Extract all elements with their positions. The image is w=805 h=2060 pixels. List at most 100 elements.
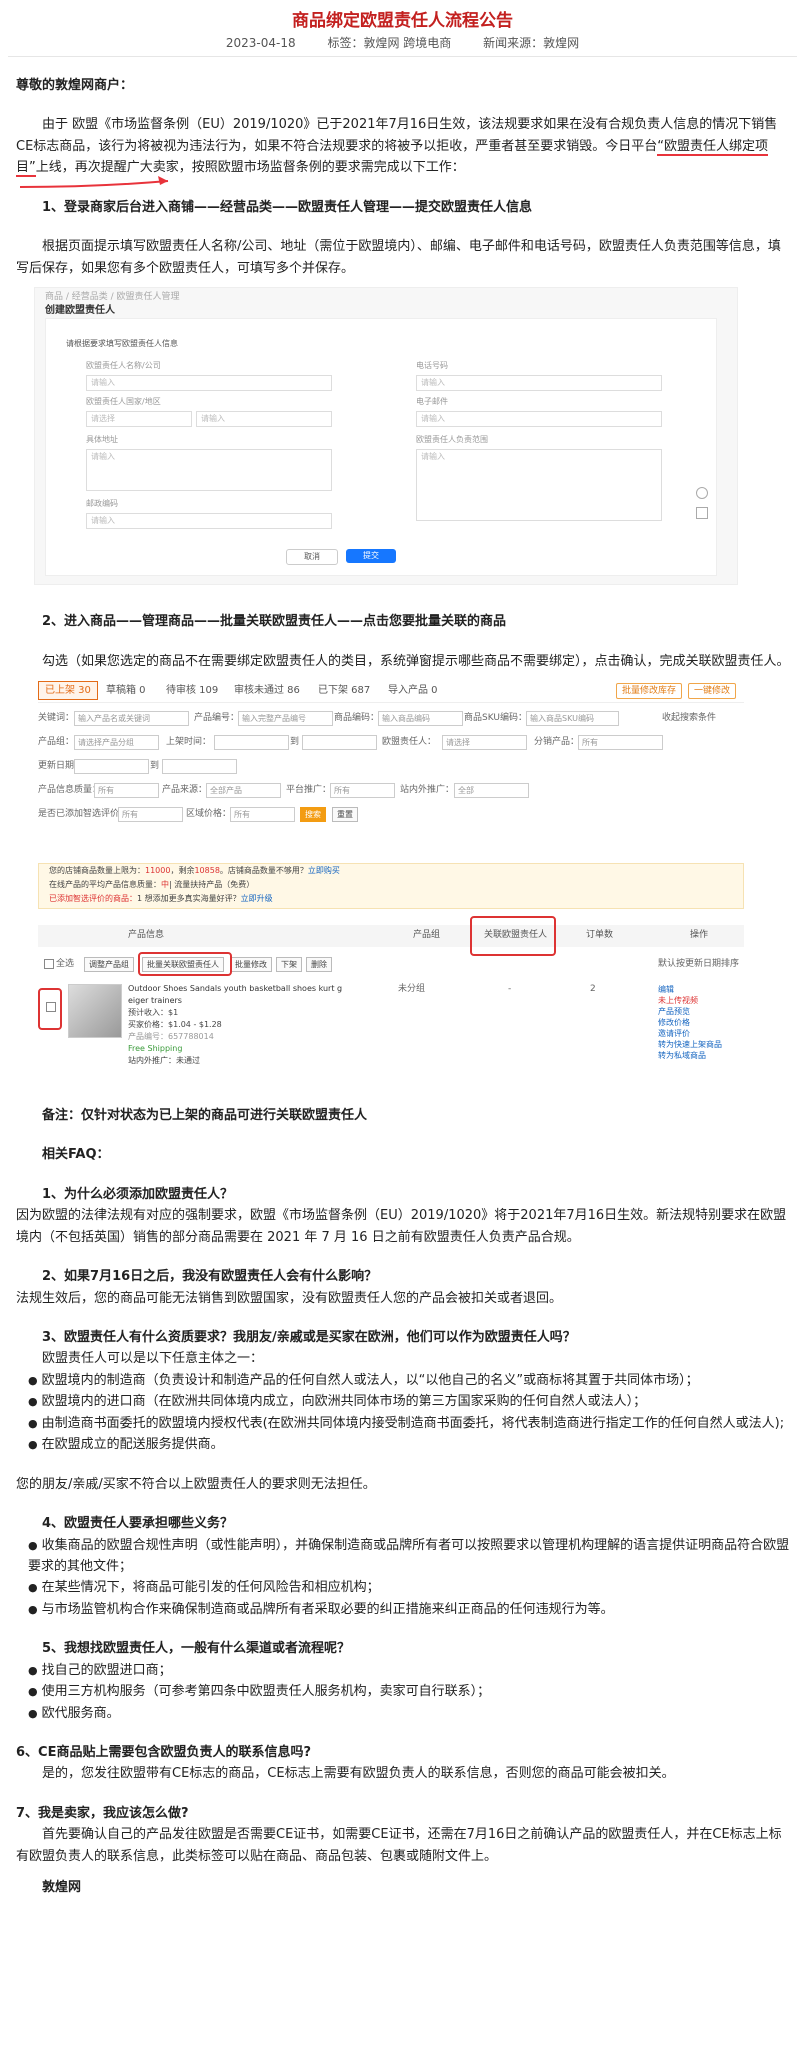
faq-q6: 6、CE商品贴上需要包含欧盟负责人的联系信息吗? [16, 1745, 312, 1760]
upgrade-link[interactable]: 立即升级 [241, 894, 273, 903]
smart-review-select[interactable]: 所有 [118, 806, 183, 822]
form-breadcrumb: 商品 / 经营品类 / 欧盟责任人管理 [45, 292, 180, 303]
adjust-group-button[interactable]: 调整产品组 [84, 956, 134, 972]
col-orders: 订单数 [586, 929, 614, 940]
faq-a4-item: 与市场监管机构合作来确保制造商或品牌所有者采取必要的纠正措施来纠正商品的任何违规… [16, 1599, 791, 1620]
source-label: 产品来源： [162, 784, 208, 795]
phone-input[interactable]: 请输入 [416, 375, 662, 392]
faq-a1: 因为欧盟的法律法规有对应的强制要求，欧盟《市场监督条例（EU）2019/1020… [16, 1208, 787, 1245]
scope-textarea[interactable]: 请输入 [416, 449, 662, 522]
bulk-edit-stock-button[interactable]: 批量修改库存 [616, 682, 683, 699]
faq-title: 相关FAQ： [42, 1147, 110, 1163]
label-email: 电子邮件 [416, 397, 448, 407]
distribution-select[interactable]: 所有 [578, 734, 663, 750]
tab-imported[interactable]: 导入产品 0 [388, 684, 438, 697]
region-price-select[interactable]: 所有 [230, 806, 295, 822]
product-info: Outdoor Shoes Sandals youth basketball s… [128, 983, 358, 1067]
collapse-filters-link[interactable]: 收起搜索条件 [662, 713, 716, 725]
bulk-edit-button[interactable]: 批量修改 [230, 956, 272, 972]
faq-a4-item: 在某些情况下，将商品可能引发的任何风险告和相应机构； [16, 1577, 791, 1598]
chat-icon[interactable] [696, 507, 708, 520]
product-thumbnail[interactable] [68, 983, 122, 1038]
select-all-checkbox[interactable] [44, 958, 54, 969]
product-list-screenshot: 已上架 30 草稿箱 0 待审核 109 审核未通过 86 已下架 687 导入… [38, 679, 744, 1095]
help-icon[interactable] [696, 487, 708, 500]
ad-promo-select[interactable]: 全部 [454, 782, 529, 798]
label-phone: 电话号码 [416, 361, 448, 371]
product-code-input[interactable]: 输入完整产品编号 [238, 710, 333, 726]
zip-input[interactable]: 请输入 [86, 513, 332, 530]
form-card: 请根据要求填写欧盟责任人信息 欧盟责任人名称/公司 请输入 电话号码 请输入 欧… [45, 318, 717, 577]
tab-pending[interactable]: 待审核 109 [166, 684, 218, 697]
label-name: 欧盟责任人名称/公司 [86, 361, 161, 371]
group-select[interactable]: 请选择产品分组 [74, 734, 159, 750]
quality-select[interactable]: 所有 [94, 782, 159, 798]
search-button[interactable]: 搜索 [300, 806, 326, 822]
delist-button[interactable]: 下架 [276, 956, 302, 972]
buy-now-link[interactable]: 立即购买 [308, 866, 340, 875]
source-select[interactable]: 全部产品 [206, 782, 281, 798]
article-tags: 标签：敦煌网 跨境电商 [327, 36, 452, 50]
faq-q5: 5、我想找欧盟责任人，一般有什么渠道或者流程呢？ [42, 1641, 351, 1657]
highlight-product-checkbox [38, 987, 62, 1030]
product-name[interactable]: Outdoor Shoes Sandals youth basketball s… [128, 983, 358, 1007]
submit-button[interactable]: 提交 [346, 549, 396, 564]
reset-button[interactable]: 重置 [332, 806, 358, 822]
region-price-label: 区域价格： [186, 808, 232, 819]
col-product-info: 产品信息 [128, 929, 165, 940]
op-no-video[interactable]: 未上传视频 [658, 995, 722, 1006]
sku-input[interactable]: 输入商品编码 [378, 710, 463, 726]
eu-form-screenshot: 商品 / 经营品类 / 欧盟责任人管理 创建欧盟责任人 请根据要求填写欧盟责任人… [34, 287, 738, 586]
op-quick-list[interactable]: 转为快速上架商品 [658, 1039, 722, 1050]
faq-a7: 首先要确认自己的产品发往欧盟是否需要CE证书，如需要CE证书，还需在7月16日之… [16, 1827, 782, 1864]
highlight-bulk-link-button [138, 951, 232, 976]
update-end-input[interactable] [162, 758, 237, 774]
eu-responsible-select[interactable]: 请选择 [442, 734, 527, 750]
op-private[interactable]: 转为私域商品 [658, 1050, 722, 1061]
country-detail-input[interactable]: 请输入 [196, 411, 332, 428]
eu-responsible-label: 欧盟责任人： [382, 736, 437, 747]
uptime-to-label: 到 [290, 736, 300, 747]
tab-delisted[interactable]: 已下架 687 [318, 684, 370, 697]
col-actions: 操作 [690, 929, 709, 940]
country-select[interactable]: 请选择 [86, 411, 192, 428]
faq-a3-intro: 欧盟责任人可以是以下任意主体之一： [42, 1351, 264, 1367]
product-code: 产品编号：657788014 [128, 1031, 214, 1041]
op-edit-price[interactable]: 修改价格 [658, 1017, 722, 1028]
keyword-label: 关键词： [38, 712, 75, 723]
name-input[interactable]: 请输入 [86, 375, 332, 392]
step1-desc: 根据页面提示填写欧盟责任人名称/公司、地址（需位于欧盟境内）、邮编、电子邮件和电… [16, 239, 781, 276]
update-start-input[interactable] [74, 758, 149, 774]
op-preview[interactable]: 产品预览 [658, 1006, 722, 1017]
label-country: 欧盟责任人国家/地区 [86, 397, 161, 407]
notice-line-2: 在线产品的平均产品信息质量：中| 流量扶持产品（免费） [49, 879, 255, 889]
op-invite-review[interactable]: 邀请评价 [658, 1028, 722, 1039]
table-header: 产品信息 产品组 关联欧盟责任人 订单数 操作 [38, 924, 744, 947]
group-label: 产品组： [38, 736, 75, 747]
sku-code-input[interactable]: 输入商品SKU编码 [526, 710, 619, 726]
update-to-label: 到 [150, 760, 160, 771]
quality-label: 产品信息质量： [38, 784, 102, 795]
tab-rejected[interactable]: 审核未通过 86 [234, 684, 300, 697]
uptime-start-input[interactable] [214, 734, 289, 750]
tab-drafts[interactable]: 草稿箱 0 [106, 684, 146, 697]
label-scope: 欧盟责任人负责范围 [416, 435, 488, 445]
product-orders: 2 [590, 983, 596, 994]
platform-promo-select[interactable]: 所有 [330, 782, 395, 798]
op-edit[interactable]: 编辑 [658, 984, 722, 995]
cancel-button[interactable]: 取消 [286, 549, 338, 566]
faq-a3-item: 欧盟境内的进口商（在欧洲共同体境内成立，向欧洲共同体市场的第三方国家采购的任何自… [16, 1391, 791, 1412]
store-notice: 您的店铺商品数量上限为：11000，剩余10858。店铺商品数量不够用？立即购买… [38, 862, 744, 909]
uptime-end-input[interactable] [302, 734, 377, 750]
signature: 敦煌网 [42, 1880, 82, 1896]
form-title: 创建欧盟责任人 [45, 305, 115, 317]
email-input[interactable]: 请输入 [416, 411, 662, 428]
tab-listed[interactable]: 已上架 30 [38, 680, 98, 700]
delete-button[interactable]: 删除 [306, 956, 332, 972]
status-tabs: 已上架 30 草稿箱 0 待审核 109 审核未通过 86 已下架 687 导入… [38, 680, 744, 703]
platform-promo-label: 平台推广： [286, 784, 332, 795]
step1-heading: 1、登录商家后台进入商铺——经营品类——欧盟责任人管理——提交欧盟责任人信息 [42, 199, 533, 215]
keyword-input[interactable]: 输入产品名或关键词 [74, 710, 189, 726]
quick-edit-button[interactable]: 一键修改 [688, 682, 737, 699]
address-textarea[interactable]: 请输入 [86, 449, 332, 492]
